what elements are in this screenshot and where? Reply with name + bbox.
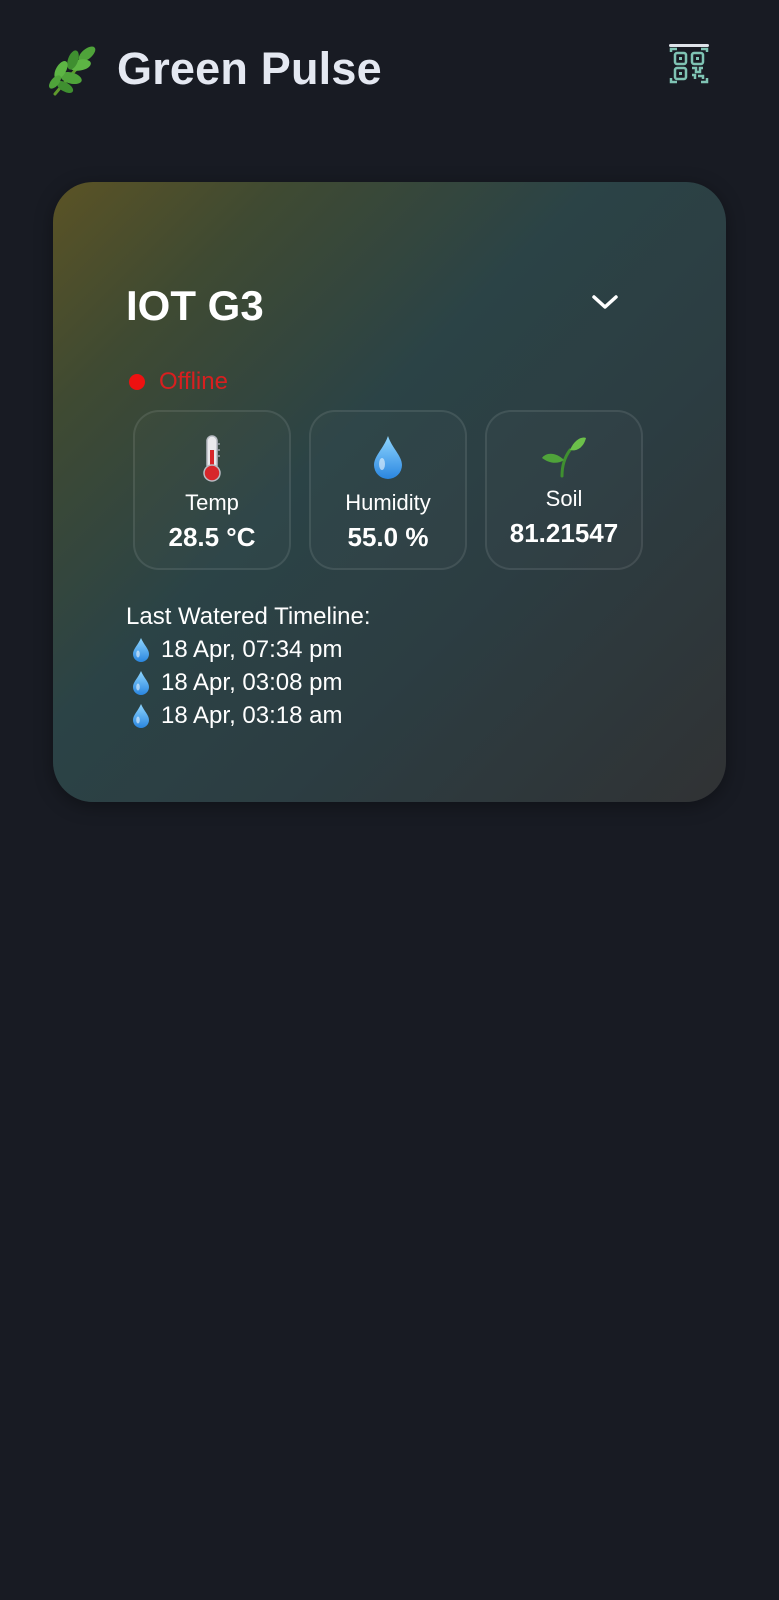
- timeline-entry: 18 Apr, 07:34 pm: [161, 635, 343, 663]
- timeline-item: 18 Apr, 07:34 pm: [126, 633, 371, 666]
- metric-temp-label: Temp: [185, 490, 239, 515]
- app-header: Green Pulse: [0, 0, 779, 140]
- brand: Green Pulse: [47, 40, 382, 98]
- metric-temp-value: 28.5 °C: [168, 522, 256, 552]
- metric-humidity-value: 55.0 %: [347, 522, 429, 552]
- qr-scan-button[interactable]: [664, 40, 714, 90]
- seedling-icon: [487, 434, 641, 478]
- qr-scan-icon: [669, 44, 709, 84]
- water-drop-icon: [133, 637, 149, 662]
- timeline-item: 18 Apr, 03:08 pm: [126, 666, 371, 699]
- timeline-entry: 18 Apr, 03:18 am: [161, 701, 343, 729]
- metric-soil-tile: Soil 81.21547: [485, 410, 643, 570]
- metric-soil-label: Soil: [545, 486, 583, 511]
- water-drop-icon: [133, 703, 149, 728]
- device-name: IOT G3: [126, 282, 264, 329]
- watering-timeline: Last Watered Timeline: 18 Apr, 07:34 pm …: [126, 600, 371, 732]
- water-drop-icon: [133, 670, 149, 695]
- device-card: IOT G3 Offline Temp 28.5 °C Humidity 55.…: [53, 182, 726, 802]
- leaves-icon: [49, 46, 96, 96]
- metric-humidity-label: Humidity: [345, 490, 431, 515]
- timeline-entry: 18 Apr, 03:08 pm: [161, 668, 343, 696]
- status-dot: [129, 374, 145, 390]
- status-label: Offline: [159, 368, 228, 395]
- connection-status: Offline: [129, 368, 228, 396]
- timeline-item: 18 Apr, 03:18 am: [126, 699, 371, 732]
- thermometer-icon: [135, 434, 289, 482]
- device-dropdown-button[interactable]: [585, 282, 625, 322]
- metric-temp-tile: Temp 28.5 °C: [133, 410, 291, 570]
- app-title: Green Pulse: [117, 43, 382, 94]
- chevron-down-icon: [592, 295, 618, 309]
- timeline-title: Last Watered Timeline:: [126, 603, 371, 630]
- water-drop-icon: [311, 434, 465, 480]
- metric-humidity-tile: Humidity 55.0 %: [309, 410, 467, 570]
- metric-soil-value: 81.21547: [509, 518, 619, 548]
